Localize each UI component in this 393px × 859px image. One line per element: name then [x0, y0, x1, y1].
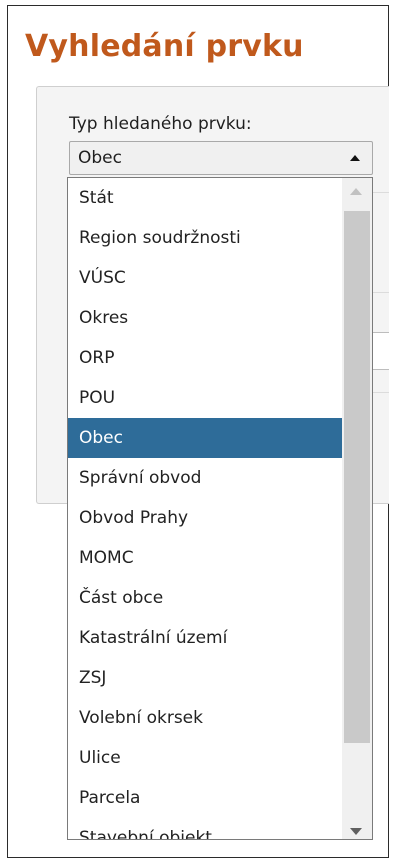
type-select[interactable]: Obec [69, 141, 373, 175]
dropdown-option[interactable]: ORP [68, 338, 342, 378]
page-title: Vyhledání prvku [25, 29, 304, 64]
dropdown-option[interactable]: Správní obvod [68, 458, 342, 498]
type-field-label: Typ hledaného prvku: [69, 114, 252, 134]
dropdown-option[interactable]: Obvod Prahy [68, 498, 342, 538]
dropdown-option[interactable]: Volební okrsek [68, 698, 342, 738]
dropdown-option[interactable]: Region soudržnosti [68, 218, 342, 258]
dropdown-option-selected[interactable]: Obec [68, 418, 342, 458]
dropdown-option[interactable]: Stát [68, 178, 342, 218]
type-dropdown-list[interactable]: Stát Region soudržnosti VÚSC Okres ORP P… [67, 177, 373, 840]
dropdown-option[interactable]: MOMC [68, 538, 342, 578]
dropdown-option[interactable]: ZSJ [68, 658, 342, 698]
dropdown-option[interactable]: Okres [68, 298, 342, 338]
dropdown-option[interactable]: Stavební objekt [68, 818, 342, 839]
dropdown-option[interactable]: VÚSC [68, 258, 342, 298]
hidden-control[interactable] [372, 332, 389, 370]
dropdown-option[interactable]: Část obce [68, 578, 342, 618]
dropdown-option[interactable]: Katastrální území [68, 618, 342, 658]
dropdown-option[interactable]: POU [68, 378, 342, 418]
caret-up-icon [350, 155, 360, 161]
dropdown-option[interactable]: Parcela [68, 778, 342, 818]
dropdown-scrollbar[interactable] [342, 178, 372, 839]
dropdown-option[interactable]: Ulice [68, 738, 342, 778]
scrollbar-thumb[interactable] [344, 211, 370, 743]
scroll-up-arrow-icon[interactable] [350, 188, 362, 195]
type-select-value: Obec [78, 148, 122, 168]
scroll-down-arrow-icon[interactable] [350, 828, 362, 835]
